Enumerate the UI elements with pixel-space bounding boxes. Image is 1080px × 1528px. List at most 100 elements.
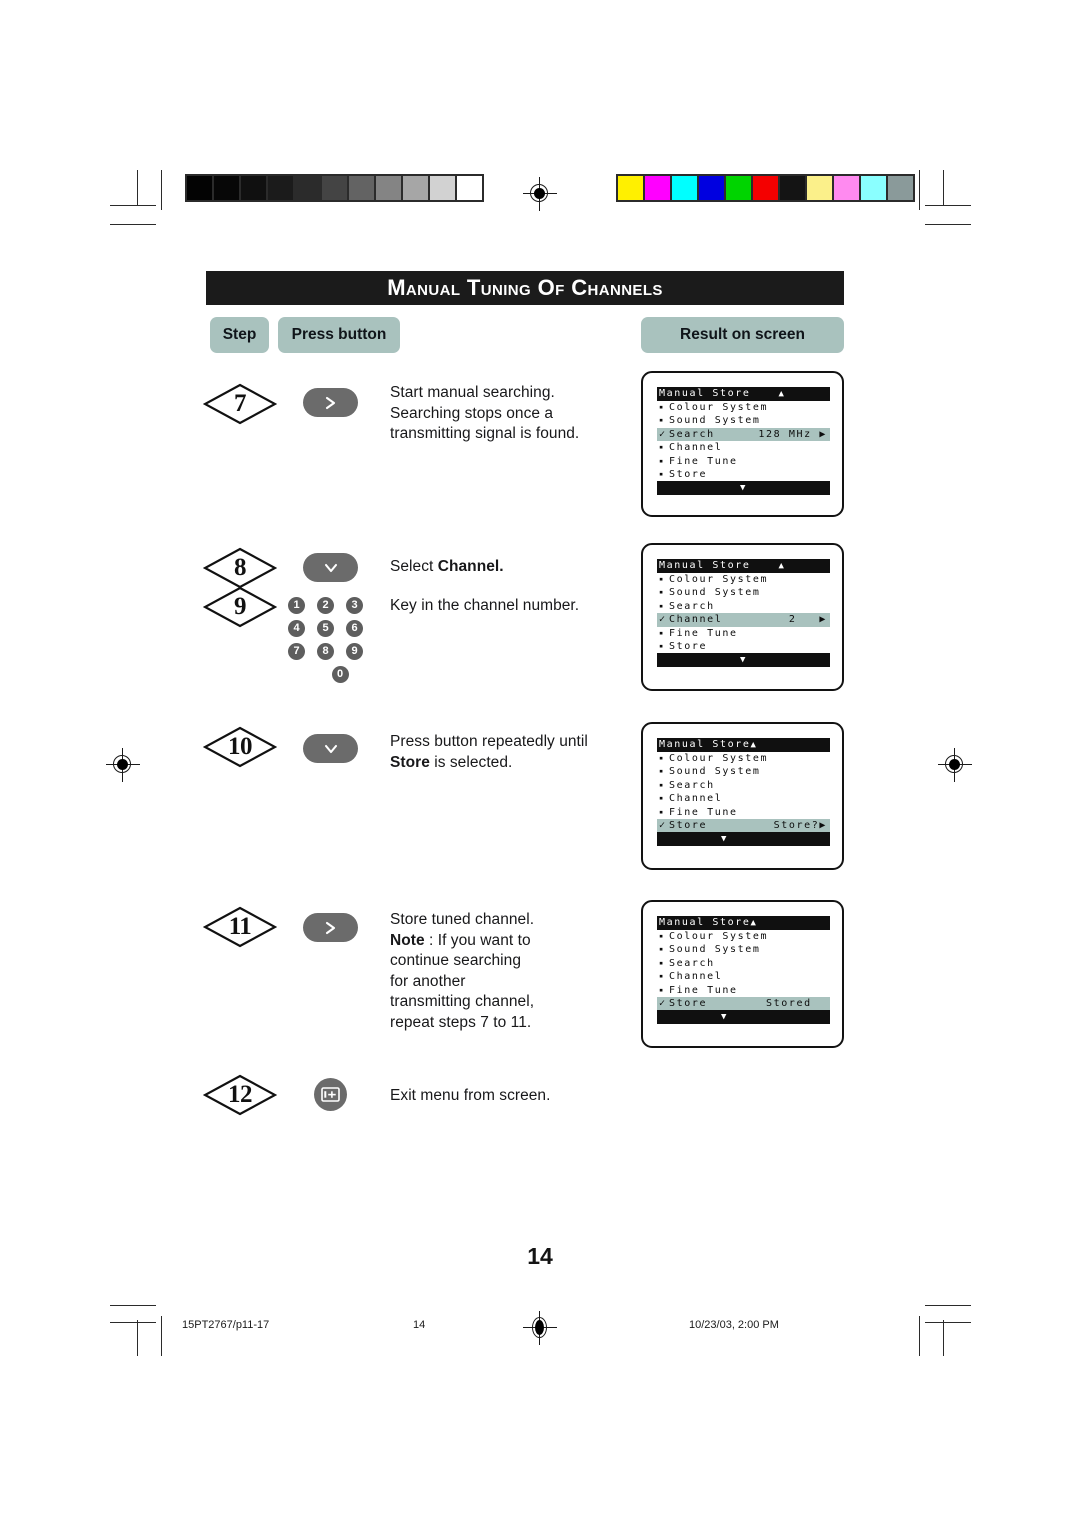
step-badge-12: 12 [203,1074,277,1116]
remote-button-right-11[interactable] [303,913,358,942]
step-number-8: 8 [234,554,247,581]
osd-content: Manual Store ▲ ▪ Colour System ▪ Sound Syste… [657,387,830,496]
osd-menu-item[interactable]: ▪ Fine Tune [657,627,830,640]
colour-patch [834,176,859,200]
osd-menu-item[interactable]: ▪ Sound System [657,943,830,956]
osd-menu-item[interactable]: ▪ Search [657,600,830,613]
step-instruction-7: Start manual searching. Searching stops … [390,384,580,442]
crop-mark-top-left-v [137,170,138,206]
bullet-icon: ▪ [659,588,665,597]
registration-target-bottom [523,1311,557,1345]
chevron-right-icon [325,396,336,409]
osd-menu-item[interactable]: ▪ Channel [657,441,830,454]
bullet-icon: ▪ [659,469,665,478]
keypad-key-7[interactable]: 7 [288,643,305,660]
osd-menu-item-label: Fine Tune [669,984,738,996]
grayscale-patch [403,176,428,200]
grayscale-patch [376,176,401,200]
keypad-key-0[interactable]: 0 [331,666,349,683]
keypad-key-9[interactable]: 9 [346,643,363,660]
osd-menu-item[interactable]: ▪ Colour System [657,401,830,414]
osd-menu-item[interactable]: ▪ Sound System [657,414,830,427]
crop-mark-top-right-h2 [925,224,971,225]
osd-menu-item[interactable]: ▪ Fine Tune [657,455,830,468]
bullet-icon: ▪ [659,767,665,776]
remote-button-down-8[interactable] [303,553,358,582]
bullet-icon: ▪ [659,416,665,425]
osd-title-label: Manual Store [659,917,751,928]
osd-menu-item[interactable]: ✓ Channel 2 ▶ [657,613,830,627]
osd-menu-item[interactable]: ▪ Channel [657,970,830,983]
keypad-key-2[interactable]: 2 [317,597,334,614]
colour-patch [780,176,805,200]
colour-patch [861,176,886,200]
remote-button-right-7[interactable] [303,388,358,417]
menu-exit-icon [321,1087,340,1102]
osd-menu-item[interactable]: ✓ Search 128 MHz ▶ [657,427,830,442]
osd-menu-item-value: Store?▶ [773,819,827,831]
osd-menu-item[interactable]: ▪ Search [657,779,830,792]
numeric-keypad[interactable]: 123 456 789 0 [288,597,363,689]
osd-menu-item[interactable]: ▪ Sound System [657,765,830,778]
grayscale-patch [295,176,320,200]
osd-menu-item[interactable]: ▪ Fine Tune [657,984,830,997]
osd-menu-item-label: Sound System [669,944,761,956]
remote-button-menu-12[interactable] [314,1078,347,1111]
scroll-up-arrow-icon: ▲ [750,918,758,928]
crop-mark-bottom-right-h2 [925,1322,971,1323]
column-header-result-label: Result on screen [680,326,805,343]
osd-menu-item[interactable]: ▪ Colour System [657,573,830,586]
bullet-icon: ▪ [659,754,665,762]
keypad-key-6[interactable]: 6 [346,620,363,637]
osd-content: Manual Store ▲ ▪ Colour System ▪ Sound Syste… [657,559,830,668]
keypad-key-4[interactable]: 4 [288,620,305,637]
grayscale-colour-bar [185,174,484,202]
osd-menu-item-label: Store [669,468,708,480]
keypad-row: 123 [288,597,363,614]
colour-patch [645,176,670,200]
check-icon: ✓ [659,997,667,1009]
crop-mark-bottom-left-h2 [110,1322,156,1323]
step-badge-11: 11 [203,906,277,948]
scroll-down-arrow-icon: ▼ [721,834,729,845]
registration-target-left [106,748,140,782]
osd-menu-item[interactable]: ▪ Store [657,468,830,481]
column-header-step: Step [210,317,269,353]
remote-button-down-10[interactable] [303,734,358,763]
osd-title-label: Manual Store [659,560,751,571]
keypad-key-5[interactable]: 5 [317,620,334,637]
osd-foot-bar: ▼ [657,832,830,847]
bullet-icon: ▪ [659,403,665,411]
keypad-key-8[interactable]: 8 [317,643,334,660]
osd-menu-item-label: Colour System [669,753,769,764]
osd-menu-item[interactable]: ▪ Colour System [657,752,830,765]
osd-menu-item[interactable]: ✓ Store Store?▶ [657,818,830,833]
osd-menu-item[interactable]: ▪ Store [657,640,830,653]
bullet-icon: ▪ [659,628,665,637]
osd-menu-item-label: Store [669,819,708,831]
osd-menu-item[interactable]: ▪ Channel [657,792,830,805]
osd-menu-item[interactable]: ✓ Store Stored [657,996,830,1011]
step-instruction-8: Select Channel. [390,557,630,578]
osd-foot-bar: ▼ [657,1010,830,1025]
scroll-down-arrow-icon: ▼ [739,655,748,666]
keypad-key-3[interactable]: 3 [346,597,363,614]
scroll-up-arrow-icon: ▲ [750,561,786,571]
grayscale-patch [268,176,293,200]
footer-page: 14 [413,1319,426,1331]
osd-menu-item[interactable]: ▪ Search [657,957,830,970]
osd-menu-item-label: Colour System [669,931,769,942]
osd-foot-bar: ▼ [657,653,830,668]
osd-title-bar: Manual Store ▲ [657,387,830,401]
check-icon: ✓ [659,819,667,831]
step-instruction-12: Exit menu from screen. [390,1087,551,1104]
grayscale-patch [322,176,347,200]
osd-menu-item[interactable]: ▪ Fine Tune [657,806,830,819]
page-title: Manual Tuning of Channels [206,271,844,305]
keypad-key-1[interactable]: 1 [288,597,305,614]
colour-reference-bar [616,174,915,202]
osd-menu-item-label: Fine Tune [669,627,738,639]
bullet-icon: ▪ [659,985,665,994]
osd-menu-item[interactable]: ▪ Colour System [657,930,830,943]
osd-menu-item[interactable]: ▪ Sound System [657,586,830,599]
